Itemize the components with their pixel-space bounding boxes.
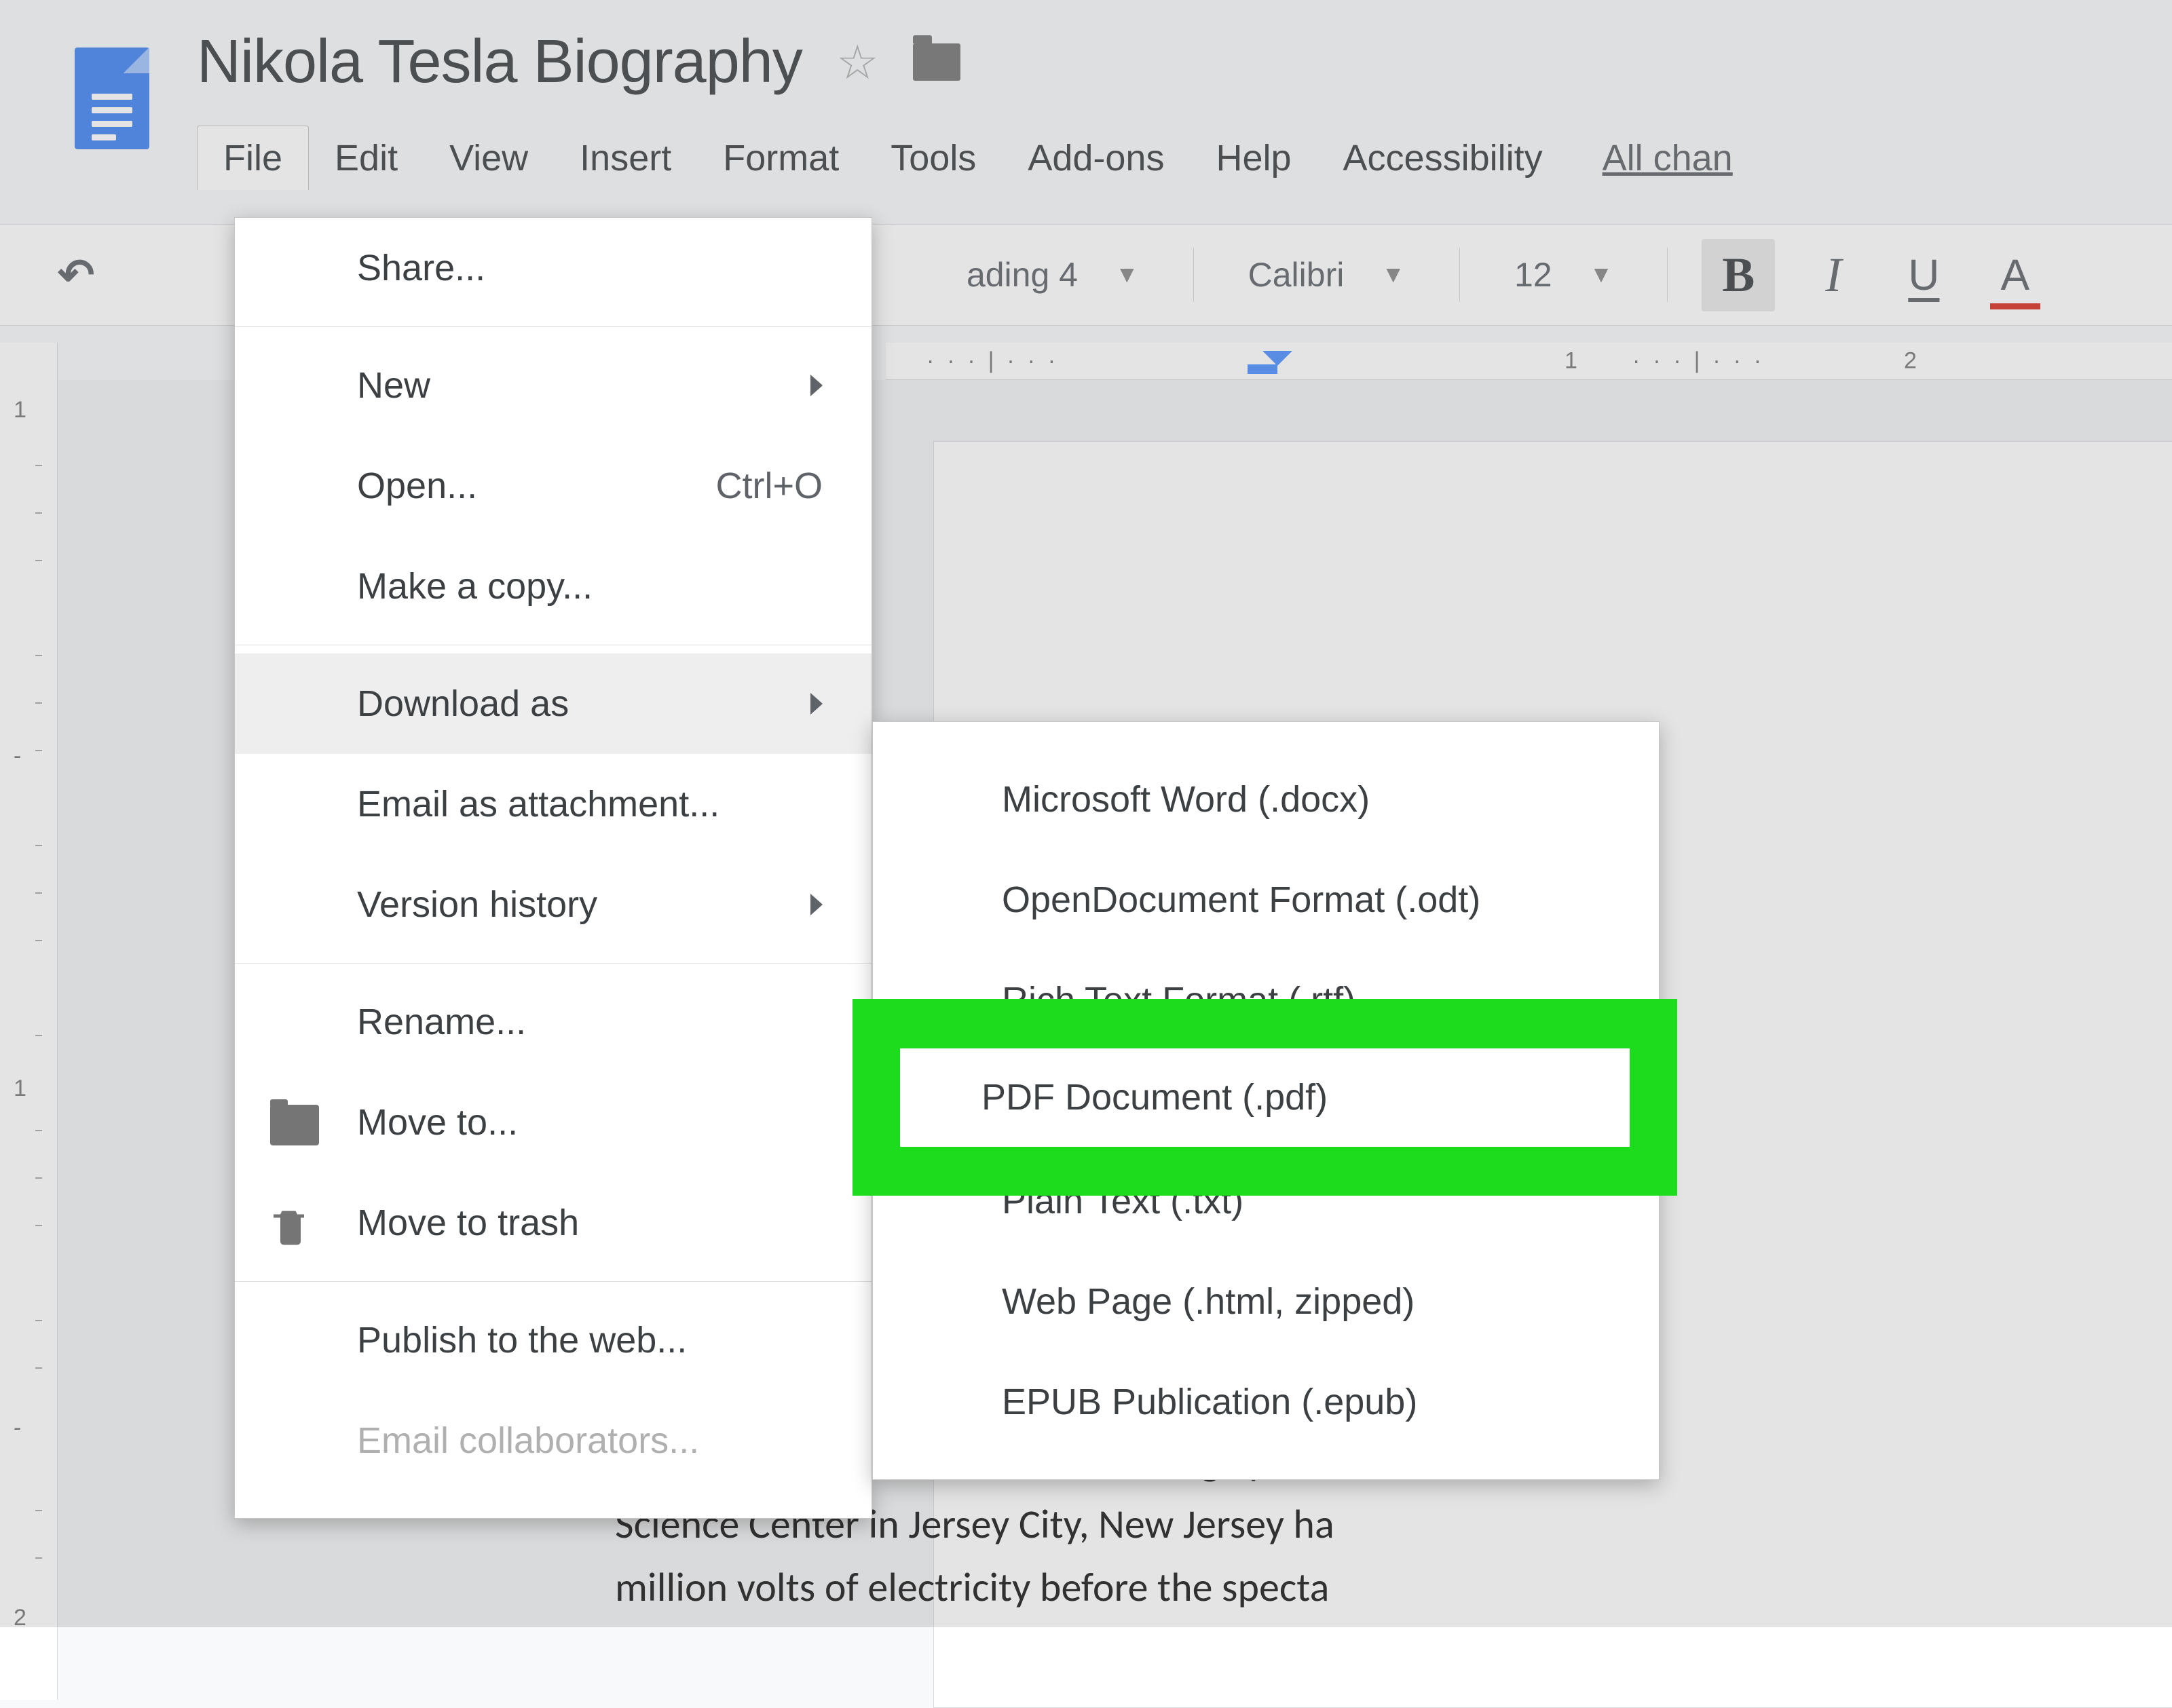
chevron-down-icon: ▼ [1115,261,1139,288]
menu-item-email-attachment[interactable]: Email as attachment... [235,754,872,854]
star-icon[interactable]: ☆ [836,35,879,90]
paragraph-style-dropdown[interactable]: ading 4 ▼ [946,255,1159,295]
ruler-number: 1 [14,397,26,423]
vertical-ruler[interactable]: 1 - 1 - 2 [0,343,58,1700]
text-color-button[interactable]: A [1990,250,2041,300]
submenu-item-docx[interactable]: Microsoft Word (.docx) [873,749,1659,850]
ruler-number: 1 [1565,348,1577,375]
folder-icon[interactable] [913,43,960,81]
shortcut-label: Ctrl+O [715,465,823,507]
chevron-right-icon [810,375,823,396]
divider [1193,248,1194,302]
menu-item-share[interactable]: Share... [235,218,872,318]
chevron-right-icon [810,693,823,715]
submenu-item-epub[interactable]: EPUB Publication (.epub) [873,1352,1659,1452]
changes-saved-link[interactable]: All chan [1603,137,1733,179]
ruler-tick: · · · | · · · [1632,348,1761,375]
menu-item-open[interactable]: Open... Ctrl+O [235,436,872,536]
menu-addons[interactable]: Add-ons [1002,126,1190,190]
menubar: File Edit View Insert Format Tools Add-o… [197,126,2172,190]
font-label: Calibri [1248,255,1345,295]
menu-edit[interactable]: Edit [309,126,424,190]
divider [1459,248,1460,302]
trash-icon [270,1202,319,1243]
fontsize-dropdown[interactable]: 12 ▼ [1494,255,1633,295]
menu-item-make-copy[interactable]: Make a copy... [235,536,872,637]
undo-icon[interactable]: ↶ [58,249,94,301]
underline-button[interactable]: U [1892,250,1955,300]
menu-accessibility[interactable]: Accessibility [1317,126,1569,190]
highlight-annotation: PDF Document (.pdf) [853,999,1677,1196]
menu-view[interactable]: View [424,126,554,190]
italic-button[interactable]: I [1809,247,1858,303]
menu-insert[interactable]: Insert [554,126,697,190]
folder-icon [270,1105,319,1145]
menu-tools[interactable]: Tools [865,126,1002,190]
menu-format[interactable]: Format [697,126,865,190]
chevron-right-icon [810,894,823,915]
chevron-down-icon: ▼ [1381,261,1405,288]
document-title[interactable]: Nikola Tesla Biography [197,27,802,97]
submenu-item-html[interactable]: Web Page (.html, zipped) [873,1251,1659,1352]
chevron-down-icon: ▼ [1590,261,1613,288]
menu-item-email-collaborators: Email collaborators... [235,1390,872,1491]
submenu-item-odt[interactable]: OpenDocument Format (.odt) [873,850,1659,950]
font-dropdown[interactable]: Calibri ▼ [1228,255,1425,295]
menu-item-version-history[interactable]: Version history [235,854,872,955]
bold-button[interactable]: B [1702,239,1775,311]
ruler-tick: · · · | · · · [926,348,1055,375]
menu-item-publish-web[interactable]: Publish to the web... [235,1290,872,1390]
horizontal-ruler[interactable]: · · · | · · · 1 · · · | · · · 2 [886,343,2172,380]
file-menu-dropdown: Share... New Open... Ctrl+O Make a copy.… [234,217,872,1519]
menu-item-move-to[interactable]: Move to... [235,1072,872,1173]
menu-file[interactable]: File [197,126,309,190]
menu-item-move-trash[interactable]: Move to trash [235,1173,872,1273]
docs-logo[interactable] [75,48,149,149]
indent-marker-icon[interactable] [1262,351,1292,374]
ruler-number: 2 [1904,348,1917,375]
divider [1667,248,1668,302]
fontsize-label: 12 [1514,255,1552,295]
menu-item-rename[interactable]: Rename... [235,972,872,1072]
menu-help[interactable]: Help [1190,126,1317,190]
paragraph-style-label: ading 4 [967,255,1078,295]
menu-item-new[interactable]: New [235,335,872,436]
submenu-item-pdf-highlighted[interactable]: PDF Document (.pdf) [900,1048,1630,1147]
menu-item-download-as[interactable]: Download as [235,653,872,754]
